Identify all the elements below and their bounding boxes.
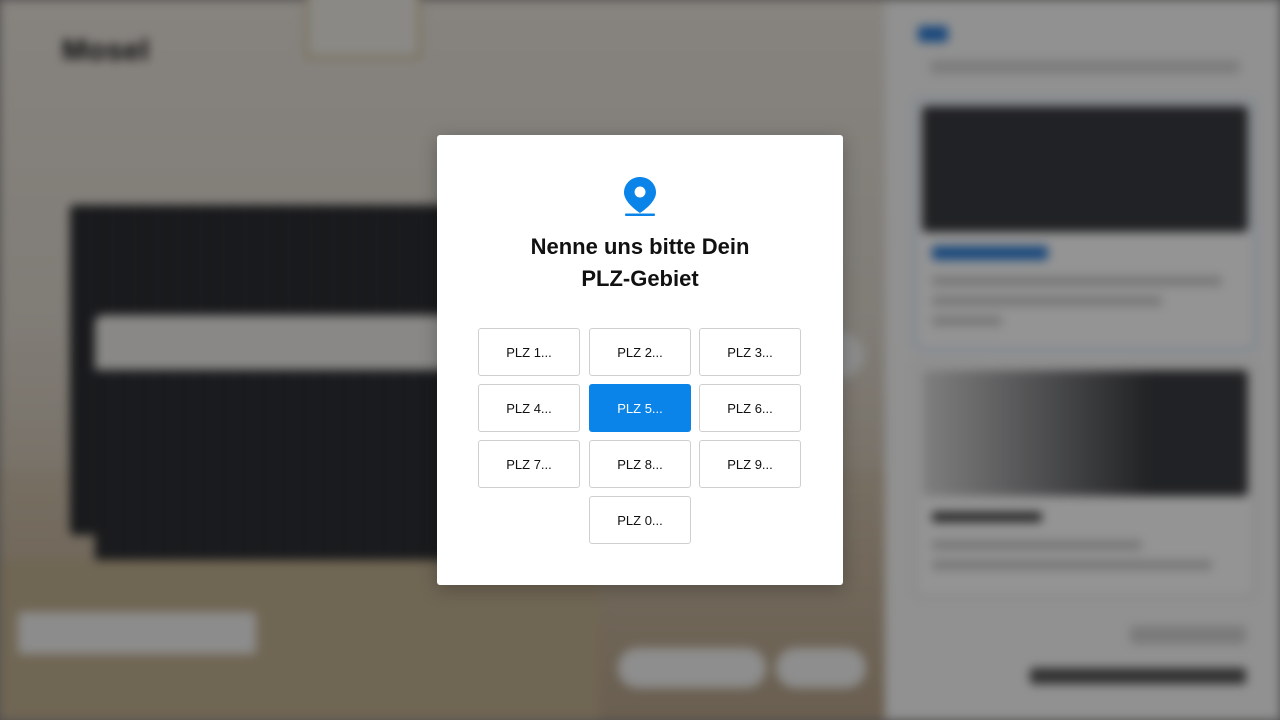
plz-option-3[interactable]: PLZ 3... bbox=[699, 328, 801, 376]
plz-option-6[interactable]: PLZ 6... bbox=[699, 384, 801, 432]
plz-region-dialog: Nenne uns bitte Dein PLZ-Gebiet PLZ 1...… bbox=[437, 135, 843, 585]
plz-option-8[interactable]: PLZ 8... bbox=[589, 440, 691, 488]
dialog-title: Nenne uns bitte Dein PLZ-Gebiet bbox=[437, 231, 843, 295]
dialog-title-line-1: Nenne uns bitte Dein bbox=[530, 234, 750, 259]
plz-option-7[interactable]: PLZ 7... bbox=[478, 440, 580, 488]
plz-option-4[interactable]: PLZ 4... bbox=[478, 384, 580, 432]
plz-option-9[interactable]: PLZ 9... bbox=[699, 440, 801, 488]
dialog-title-line-2: PLZ-Gebiet bbox=[581, 266, 699, 291]
location-pin-icon bbox=[624, 177, 656, 216]
plz-option-0[interactable]: PLZ 0... bbox=[589, 496, 691, 544]
plz-option-1[interactable]: PLZ 1... bbox=[478, 328, 580, 376]
plz-option-2[interactable]: PLZ 2... bbox=[589, 328, 691, 376]
plz-option-5[interactable]: PLZ 5... bbox=[589, 384, 691, 432]
